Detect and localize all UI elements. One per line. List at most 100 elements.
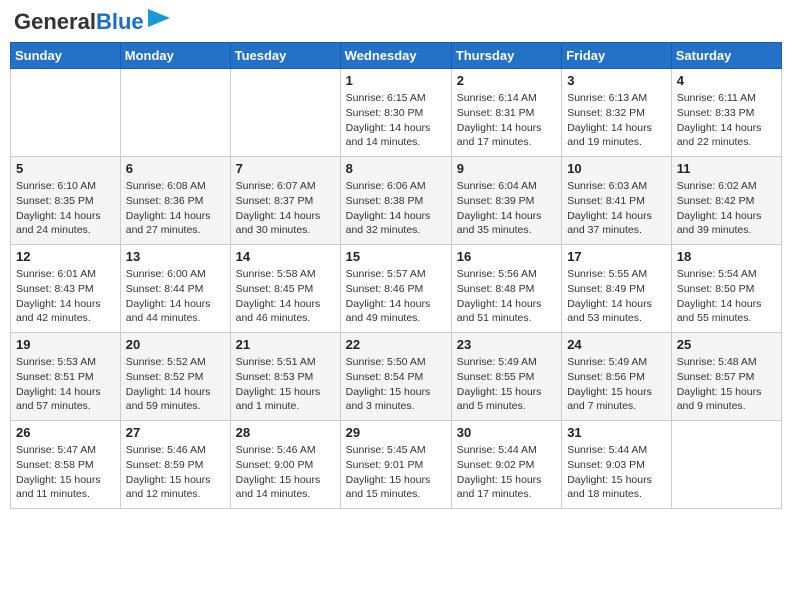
day-number: 14: [236, 249, 335, 264]
day-info: Sunrise: 6:01 AMSunset: 8:43 PMDaylight:…: [16, 267, 115, 326]
calendar-cell: 23 Sunrise: 5:49 AMSunset: 8:55 PMDayligh…: [451, 333, 561, 421]
calendar-cell: 16 Sunrise: 5:56 AMSunset: 8:48 PMDayligh…: [451, 245, 561, 333]
calendar-cell: 8 Sunrise: 6:06 AMSunset: 8:38 PMDaylight…: [340, 157, 451, 245]
day-number: 3: [567, 73, 666, 88]
calendar-cell: 1 Sunrise: 6:15 AMSunset: 8:30 PMDaylight…: [340, 69, 451, 157]
day-of-week-header: Saturday: [671, 43, 781, 69]
day-info: Sunrise: 6:00 AMSunset: 8:44 PMDaylight:…: [126, 267, 225, 326]
day-number: 7: [236, 161, 335, 176]
calendar-cell: 6 Sunrise: 6:08 AMSunset: 8:36 PMDaylight…: [120, 157, 230, 245]
day-info: Sunrise: 5:54 AMSunset: 8:50 PMDaylight:…: [677, 267, 776, 326]
day-of-week-header: Wednesday: [340, 43, 451, 69]
calendar-cell: 13 Sunrise: 6:00 AMSunset: 8:44 PMDayligh…: [120, 245, 230, 333]
day-number: 25: [677, 337, 776, 352]
day-number: 18: [677, 249, 776, 264]
day-info: Sunrise: 6:15 AMSunset: 8:30 PMDaylight:…: [346, 91, 446, 150]
calendar-cell: 12 Sunrise: 6:01 AMSunset: 8:43 PMDayligh…: [11, 245, 121, 333]
day-number: 12: [16, 249, 115, 264]
day-info: Sunrise: 6:06 AMSunset: 8:38 PMDaylight:…: [346, 179, 446, 238]
day-info: Sunrise: 5:50 AMSunset: 8:54 PMDaylight:…: [346, 355, 446, 414]
day-number: 16: [457, 249, 556, 264]
calendar-cell: 26 Sunrise: 5:47 AMSunset: 8:58 PMDayligh…: [11, 421, 121, 509]
calendar-cell: 14 Sunrise: 5:58 AMSunset: 8:45 PMDayligh…: [230, 245, 340, 333]
page-header: GeneralBlue: [10, 10, 782, 34]
day-number: 19: [16, 337, 115, 352]
day-number: 5: [16, 161, 115, 176]
calendar-week-row: 5Sunrise: 6:10 AMSunset: 8:35 PMDaylight…: [11, 157, 782, 245]
day-info: Sunrise: 5:44 AMSunset: 9:03 PMDaylight:…: [567, 443, 666, 502]
day-info: Sunrise: 5:46 AMSunset: 8:59 PMDaylight:…: [126, 443, 225, 502]
day-number: 26: [16, 425, 115, 440]
day-info: Sunrise: 5:52 AMSunset: 8:52 PMDaylight:…: [126, 355, 225, 414]
day-info: Sunrise: 5:55 AMSunset: 8:49 PMDaylight:…: [567, 267, 666, 326]
day-info: Sunrise: 6:07 AMSunset: 8:37 PMDaylight:…: [236, 179, 335, 238]
day-of-week-header: Tuesday: [230, 43, 340, 69]
day-number: 13: [126, 249, 225, 264]
day-number: 28: [236, 425, 335, 440]
calendar-cell: 28 Sunrise: 5:46 AMSunset: 9:00 PMDayligh…: [230, 421, 340, 509]
day-info: Sunrise: 5:58 AMSunset: 8:45 PMDaylight:…: [236, 267, 335, 326]
day-number: 22: [346, 337, 446, 352]
day-info: Sunrise: 5:56 AMSunset: 8:48 PMDaylight:…: [457, 267, 556, 326]
day-number: 2: [457, 73, 556, 88]
day-of-week-header: Sunday: [11, 43, 121, 69]
calendar-cell: [120, 69, 230, 157]
logo: GeneralBlue: [14, 10, 170, 34]
day-info: Sunrise: 6:14 AMSunset: 8:31 PMDaylight:…: [457, 91, 556, 150]
day-info: Sunrise: 6:04 AMSunset: 8:39 PMDaylight:…: [457, 179, 556, 238]
day-info: Sunrise: 6:13 AMSunset: 8:32 PMDaylight:…: [567, 91, 666, 150]
day-number: 1: [346, 73, 446, 88]
day-info: Sunrise: 5:48 AMSunset: 8:57 PMDaylight:…: [677, 355, 776, 414]
day-info: Sunrise: 5:47 AMSunset: 8:58 PMDaylight:…: [16, 443, 115, 502]
calendar-cell: 9 Sunrise: 6:04 AMSunset: 8:39 PMDaylight…: [451, 157, 561, 245]
day-info: Sunrise: 5:53 AMSunset: 8:51 PMDaylight:…: [16, 355, 115, 414]
day-info: Sunrise: 5:49 AMSunset: 8:56 PMDaylight:…: [567, 355, 666, 414]
calendar-cell: 24 Sunrise: 5:49 AMSunset: 8:56 PMDayligh…: [562, 333, 672, 421]
day-number: 15: [346, 249, 446, 264]
calendar-cell: 7 Sunrise: 6:07 AMSunset: 8:37 PMDaylight…: [230, 157, 340, 245]
day-number: 20: [126, 337, 225, 352]
day-number: 30: [457, 425, 556, 440]
calendar-cell: 27Sunrise: 5:46 AMSunset: 8:59 PMDayligh…: [120, 421, 230, 509]
calendar-header: SundayMondayTuesdayWednesdayThursdayFrid…: [11, 43, 782, 69]
calendar-week-row: 1 Sunrise: 6:15 AMSunset: 8:30 PMDaylight…: [11, 69, 782, 157]
day-info: Sunrise: 5:46 AMSunset: 9:00 PMDaylight:…: [236, 443, 335, 502]
calendar-table: SundayMondayTuesdayWednesdayThursdayFrid…: [10, 42, 782, 509]
day-of-week-header: Monday: [120, 43, 230, 69]
day-number: 9: [457, 161, 556, 176]
calendar-cell: 22 Sunrise: 5:50 AMSunset: 8:54 PMDayligh…: [340, 333, 451, 421]
day-number: 4: [677, 73, 776, 88]
day-number: 10: [567, 161, 666, 176]
day-number: 11: [677, 161, 776, 176]
day-info: Sunrise: 5:44 AMSunset: 9:02 PMDaylight:…: [457, 443, 556, 502]
calendar-cell: 17Sunrise: 5:55 AMSunset: 8:49 PMDayligh…: [562, 245, 672, 333]
day-number: 8: [346, 161, 446, 176]
day-info: Sunrise: 6:08 AMSunset: 8:36 PMDaylight:…: [126, 179, 225, 238]
day-number: 23: [457, 337, 556, 352]
day-number: 6: [126, 161, 225, 176]
calendar-cell: [11, 69, 121, 157]
calendar-cell: 31Sunrise: 5:44 AMSunset: 9:03 PMDayligh…: [562, 421, 672, 509]
calendar-week-row: 19 Sunrise: 5:53 AMSunset: 8:51 PMDayligh…: [11, 333, 782, 421]
day-number: 24: [567, 337, 666, 352]
calendar-cell: 20 Sunrise: 5:52 AMSunset: 8:52 PMDayligh…: [120, 333, 230, 421]
day-of-week-header: Friday: [562, 43, 672, 69]
calendar-cell: 15Sunrise: 5:57 AMSunset: 8:46 PMDayligh…: [340, 245, 451, 333]
calendar-week-row: 26 Sunrise: 5:47 AMSunset: 8:58 PMDayligh…: [11, 421, 782, 509]
calendar-cell: 2 Sunrise: 6:14 AMSunset: 8:31 PMDaylight…: [451, 69, 561, 157]
calendar-cell: 29Sunrise: 5:45 AMSunset: 9:01 PMDayligh…: [340, 421, 451, 509]
calendar-week-row: 12 Sunrise: 6:01 AMSunset: 8:43 PMDayligh…: [11, 245, 782, 333]
calendar-cell: [230, 69, 340, 157]
day-number: 29: [346, 425, 446, 440]
day-info: Sunrise: 6:02 AMSunset: 8:42 PMDaylight:…: [677, 179, 776, 238]
day-info: Sunrise: 6:11 AMSunset: 8:33 PMDaylight:…: [677, 91, 776, 150]
calendar-cell: 10Sunrise: 6:03 AMSunset: 8:41 PMDayligh…: [562, 157, 672, 245]
logo-text: GeneralBlue: [14, 10, 144, 34]
calendar-cell: 25 Sunrise: 5:48 AMSunset: 8:57 PMDayligh…: [671, 333, 781, 421]
day-info: Sunrise: 5:49 AMSunset: 8:55 PMDaylight:…: [457, 355, 556, 414]
calendar-cell: 5Sunrise: 6:10 AMSunset: 8:35 PMDaylight…: [11, 157, 121, 245]
calendar-cell: 21Sunrise: 5:51 AMSunset: 8:53 PMDayligh…: [230, 333, 340, 421]
day-number: 21: [236, 337, 335, 352]
calendar-cell: 30 Sunrise: 5:44 AMSunset: 9:02 PMDayligh…: [451, 421, 561, 509]
day-of-week-header: Thursday: [451, 43, 561, 69]
